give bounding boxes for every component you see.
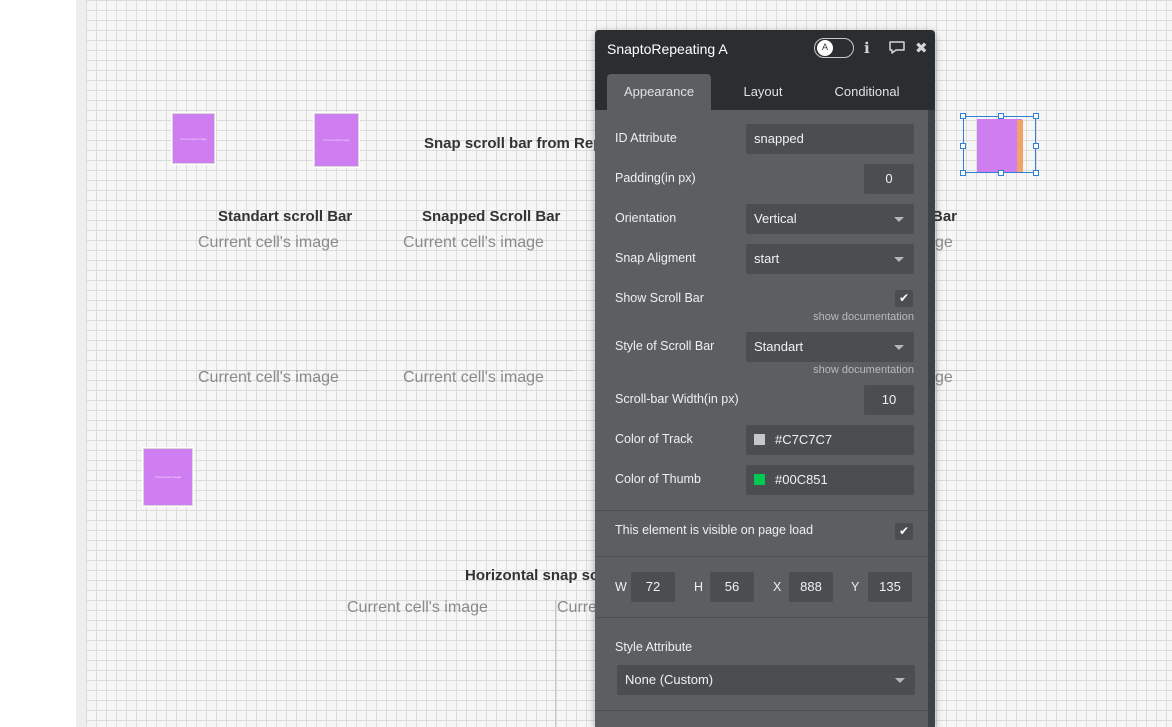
responsive-toggle[interactable]: A (814, 38, 854, 58)
resize-handle-ne[interactable] (1033, 113, 1039, 119)
comment-icon[interactable] (888, 40, 906, 58)
chevron-down-icon (895, 678, 905, 683)
x-input[interactable]: 888 (789, 572, 833, 602)
heading-partial-bar[interactable]: Bar (932, 208, 957, 225)
chevron-down-icon (894, 345, 904, 350)
snap-alignment-dropdown[interactable]: start (746, 244, 914, 274)
heading-horizontal-snap[interactable]: Horizontal snap sc (465, 567, 598, 584)
cell-image-label[interactable]: Current cell's image (403, 234, 544, 252)
section-divider (595, 617, 928, 618)
y-input[interactable]: 135 (868, 572, 912, 602)
color-of-thumb-value: #00C851 (775, 472, 828, 487)
height-label: H (694, 580, 704, 594)
color-swatch (754, 434, 765, 446)
resize-handle-e[interactable] (1033, 143, 1039, 149)
cell-image-label[interactable]: Current cell's image (403, 369, 544, 387)
color-of-thumb-picker[interactable]: #00C851 (746, 465, 914, 495)
height-input[interactable]: 56 (710, 572, 754, 602)
panel-tabs: Appearance Layout Conditional (595, 68, 935, 110)
scrollbar-width-label: Scroll-bar Width(in px) (615, 392, 739, 406)
cell-image-label[interactable]: Current cell's image (347, 599, 488, 617)
style-of-scroll-bar-dropdown[interactable]: Standart (746, 332, 914, 362)
snap-alignment-label: Snap Aligment (615, 251, 696, 265)
color-of-thumb-label: Color of Thumb (615, 472, 701, 486)
color-of-track-label: Color of Track (615, 432, 693, 446)
orientation-dropdown[interactable]: Vertical (746, 204, 914, 234)
resize-handle-w[interactable] (960, 143, 966, 149)
resize-handle-nw[interactable] (960, 113, 966, 119)
property-editor-panel: SnaptoRepeating A A ℹ ✖ Appearance Layou… (595, 30, 935, 727)
repeating-cell-thumbnail[interactable]: Current cell's image (314, 113, 359, 167)
repeating-cell-thumbnail[interactable]: Current cell's image (172, 113, 215, 164)
panel-title-bar[interactable]: SnaptoRepeating A A ℹ ✖ (595, 30, 935, 68)
scrollbar-width-input[interactable]: 10 (864, 385, 914, 415)
heading-standart-scroll-bar[interactable]: Standart scroll Bar (218, 208, 352, 225)
width-input[interactable]: 72 (631, 572, 675, 602)
resize-handle-se[interactable] (1033, 170, 1039, 176)
panel-scrollbar[interactable] (928, 110, 935, 727)
chevron-down-icon (894, 217, 904, 222)
tab-layout[interactable]: Layout (725, 74, 801, 110)
horizontal-group-border (555, 600, 556, 727)
width-label: W (615, 580, 627, 594)
id-attribute-label: ID Attribute (615, 131, 677, 145)
visible-on-load-checkbox[interactable]: ✔ (895, 523, 913, 540)
section-divider (595, 710, 928, 711)
thumb-caption: Current cell's image (154, 474, 182, 479)
show-documentation-link[interactable]: show documentation (813, 364, 914, 376)
cell-image-label-partial[interactable]: Curre (557, 599, 597, 617)
selected-element-preview (977, 119, 1022, 172)
y-label: Y (851, 580, 860, 594)
orientation-value: Vertical (754, 211, 797, 226)
show-scroll-bar-checkbox[interactable]: ✔ (895, 290, 913, 307)
resize-handle-s[interactable] (998, 170, 1004, 176)
color-of-track-picker[interactable]: #C7C7C7 (746, 425, 914, 455)
heading-snap-from-repeating[interactable]: Snap scroll bar from Rep (424, 135, 602, 152)
cell-image-label[interactable]: Current cell's image (198, 369, 339, 387)
id-attribute-input[interactable]: snapped (746, 124, 914, 154)
cell-image-label[interactable]: Current cell's image (198, 234, 339, 252)
padding-label: Padding(in px) (615, 171, 696, 185)
tab-conditional[interactable]: Conditional (817, 74, 917, 110)
tab-appearance[interactable]: Appearance (607, 74, 711, 110)
selected-element-scrollbar (1017, 120, 1023, 172)
style-attribute-dropdown[interactable]: None (Custom) (617, 665, 915, 695)
orientation-label: Orientation (615, 211, 677, 225)
resize-handle-sw[interactable] (960, 170, 966, 176)
visible-on-load-label: This element is visible on page load (615, 523, 814, 537)
padding-input[interactable]: 0 (864, 164, 914, 194)
thumb-caption: Current cell's image (323, 137, 350, 142)
style-attribute-label: Style Attribute (615, 640, 693, 654)
toggle-glyph: A (821, 42, 828, 52)
section-divider (595, 556, 928, 557)
toggle-knob: A (817, 40, 833, 56)
close-icon[interactable]: ✖ (915, 39, 928, 57)
cell-image-label-partial[interactable]: ge (935, 234, 953, 252)
style-of-scroll-bar-value: Standart (754, 339, 804, 354)
show-scroll-bar-label: Show Scroll Bar (615, 291, 704, 305)
repeating-cell-thumbnail[interactable]: Current cell's image (143, 448, 193, 506)
thumb-caption: Current cell's image (180, 136, 207, 141)
style-attribute-value: None (Custom) (625, 672, 714, 687)
section-divider (595, 510, 928, 511)
snap-alignment-value: start (754, 251, 780, 266)
color-swatch (754, 474, 765, 486)
canvas-left-ruler (76, 0, 86, 727)
cell-image-label-partial[interactable]: ge (935, 369, 953, 387)
selected-element-snaptorepeating[interactable] (963, 116, 1036, 173)
info-icon[interactable]: ℹ (864, 39, 870, 57)
resize-handle-n[interactable] (998, 113, 1004, 119)
x-label: X (773, 580, 782, 594)
panel-title: SnaptoRepeating A (607, 41, 728, 57)
chevron-down-icon (894, 257, 904, 262)
style-of-scroll-bar-label: Style of Scroll Bar (615, 339, 715, 353)
heading-snapped-scroll-bar[interactable]: Snapped Scroll Bar (422, 208, 560, 225)
color-of-track-value: #C7C7C7 (775, 432, 833, 447)
show-documentation-link[interactable]: show documentation (813, 311, 914, 323)
